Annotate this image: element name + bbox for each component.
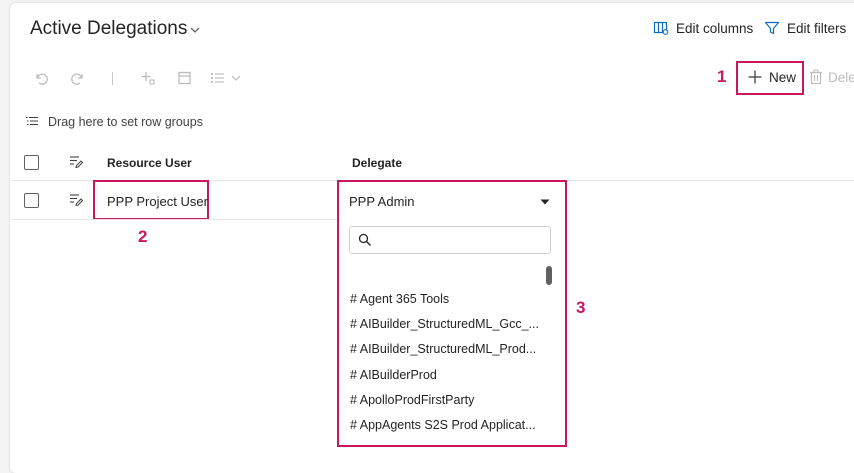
edit-row-header-icon <box>69 155 83 169</box>
delete-button[interactable]: Dele <box>809 69 854 85</box>
new-button-label: New <box>769 69 797 85</box>
row-group-drop-zone[interactable]: Drag here to set row groups <box>25 115 203 129</box>
select-all-checkbox[interactable] <box>24 155 39 170</box>
page-title: Active Delegations <box>30 18 188 39</box>
dropdown-option[interactable]: # AIBuilder_StructuredML_Prod... <box>350 342 536 356</box>
row-divider <box>10 219 340 220</box>
dropdown-option[interactable]: # AIBuilderProd <box>350 368 437 382</box>
edit-filters-label: Edit filters <box>787 20 847 36</box>
row-group-icon <box>25 116 39 128</box>
callout-number-3: 3 <box>576 298 586 317</box>
edit-columns-button[interactable]: Edit columns <box>653 20 753 36</box>
new-button[interactable]: New <box>747 69 796 85</box>
row-group-hint-text: Drag here to set row groups <box>48 115 203 129</box>
callout-number-1: 1 <box>717 67 727 86</box>
open-record-icon[interactable] <box>177 70 193 86</box>
dropdown-scrollbar-thumb[interactable] <box>546 266 552 285</box>
filter-icon <box>764 20 780 36</box>
column-header-resource-user[interactable]: Resource User <box>107 156 192 170</box>
trash-icon <box>809 69 823 85</box>
dropdown-option[interactable]: # Agent 365 Tools <box>350 292 449 306</box>
edit-columns-label: Edit columns <box>676 20 754 36</box>
column-header-delegate[interactable]: Delegate <box>352 156 402 170</box>
dropdown-option[interactable]: # ApolloProdFirstParty <box>350 393 474 407</box>
delegate-dropdown: PPP Admin # Agent 365 Tools # AIBuilder_… <box>337 180 567 447</box>
caret-down-icon[interactable] <box>540 199 550 205</box>
delegate-search-input[interactable] <box>349 226 551 254</box>
plus-icon <box>747 69 763 85</box>
row-checkbox[interactable] <box>24 193 39 208</box>
redo-icon[interactable] <box>70 70 86 86</box>
dropdown-option[interactable]: # AIBuilder_StructuredML_Gcc_... <box>350 317 539 331</box>
edit-columns-icon <box>653 20 669 36</box>
search-icon <box>358 233 372 247</box>
cell-resource-user[interactable]: PPP Project User <box>107 194 208 209</box>
toolbar-divider <box>112 72 113 85</box>
edit-filters-button[interactable]: Edit filters <box>764 20 846 36</box>
delegate-selected-value[interactable]: PPP Admin <box>349 194 415 209</box>
undo-icon[interactable] <box>33 70 49 86</box>
callout-number-2: 2 <box>138 227 148 246</box>
add-child-icon[interactable] <box>140 70 156 86</box>
list-options-icon[interactable] <box>209 70 245 86</box>
dropdown-option[interactable]: # AppAgents S2S Prod Applicat... <box>350 418 536 432</box>
edit-row-icon[interactable] <box>69 193 83 207</box>
chevron-down-icon[interactable] <box>188 23 202 37</box>
delete-button-label: Dele <box>828 69 854 85</box>
